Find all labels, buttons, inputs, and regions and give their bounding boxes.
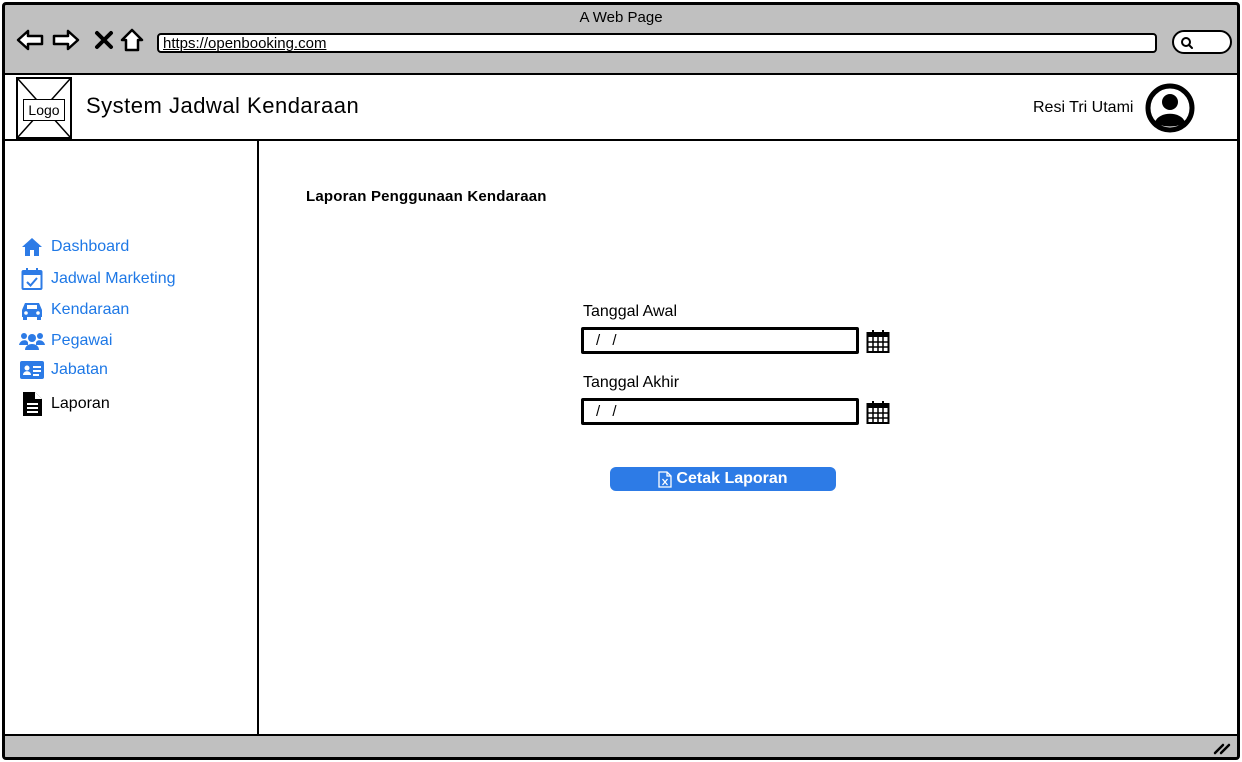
sidebar-item-dashboard[interactable]: Dashboard [19, 234, 129, 260]
start-date-label: Tanggal Awal [583, 303, 677, 320]
sidebar-item-label: Pegawai [51, 332, 113, 349]
sidebar-item-label: Jabatan [51, 361, 108, 378]
search-icon [1181, 37, 1193, 49]
sidebar-item-laporan[interactable]: Laporan [19, 391, 110, 417]
sidebar-item-label: Jadwal Marketing [51, 270, 176, 287]
sidebar: Dashboard Jadwal Marketing Kendaraan Peg… [5, 141, 259, 734]
user-avatar-icon[interactable] [1145, 83, 1195, 133]
app-title: System Jadwal Kendaraan [86, 93, 360, 118]
status-bar [5, 734, 1237, 757]
calendar-icon[interactable] [866, 400, 892, 426]
print-report-button[interactable]: Cetak Laporan [610, 467, 836, 491]
resize-grip-icon[interactable] [1213, 737, 1231, 755]
main-panel: Laporan Penggunaan Kendaraan Tanggal Awa… [261, 141, 1237, 734]
sidebar-item-label: Kendaraan [51, 301, 130, 318]
sidebar-item-label: Laporan [51, 395, 110, 412]
home-icon [19, 234, 45, 260]
sidebar-item-label: Dashboard [51, 238, 130, 255]
home-outline-icon[interactable] [117, 25, 147, 55]
search-box[interactable] [1172, 30, 1232, 54]
end-date-label: Tanggal Akhir [583, 374, 680, 391]
document-icon [19, 391, 45, 417]
sidebar-item-kendaraan[interactable]: Kendaraan [19, 297, 129, 323]
start-date-input[interactable]: / / [581, 327, 859, 354]
car-icon [19, 297, 45, 323]
close-x-icon[interactable] [89, 25, 119, 55]
url-bar[interactable]: https://openbooking.com [157, 33, 1157, 53]
excel-file-icon [658, 470, 673, 488]
calendar-check-icon [19, 266, 45, 292]
user-name[interactable]: Resi Tri Utami [1033, 99, 1133, 117]
logo-label: Logo [23, 99, 65, 121]
page-title: Laporan Penggunaan Kendaraan [306, 188, 547, 205]
back-arrow-icon[interactable] [15, 25, 45, 55]
sidebar-item-jabatan[interactable]: Jabatan [19, 357, 108, 383]
forward-arrow-icon[interactable] [51, 25, 81, 55]
print-report-label: Cetak Laporan [676, 470, 788, 487]
calendar-icon[interactable] [866, 329, 892, 355]
users-icon [19, 328, 45, 354]
id-card-icon [19, 357, 45, 383]
sidebar-item-jadwal-marketing[interactable]: Jadwal Marketing [19, 266, 176, 292]
logo[interactable]: Logo [16, 77, 72, 139]
browser-window: A Web Page https://openbooking.com Logo … [2, 2, 1240, 760]
end-date-input[interactable]: / / [581, 398, 859, 425]
window-title: A Web Page [579, 9, 663, 26]
sidebar-item-pegawai[interactable]: Pegawai [19, 328, 112, 354]
app-header: Logo System Jadwal Kendaraan Resi Tri Ut… [5, 73, 1237, 141]
